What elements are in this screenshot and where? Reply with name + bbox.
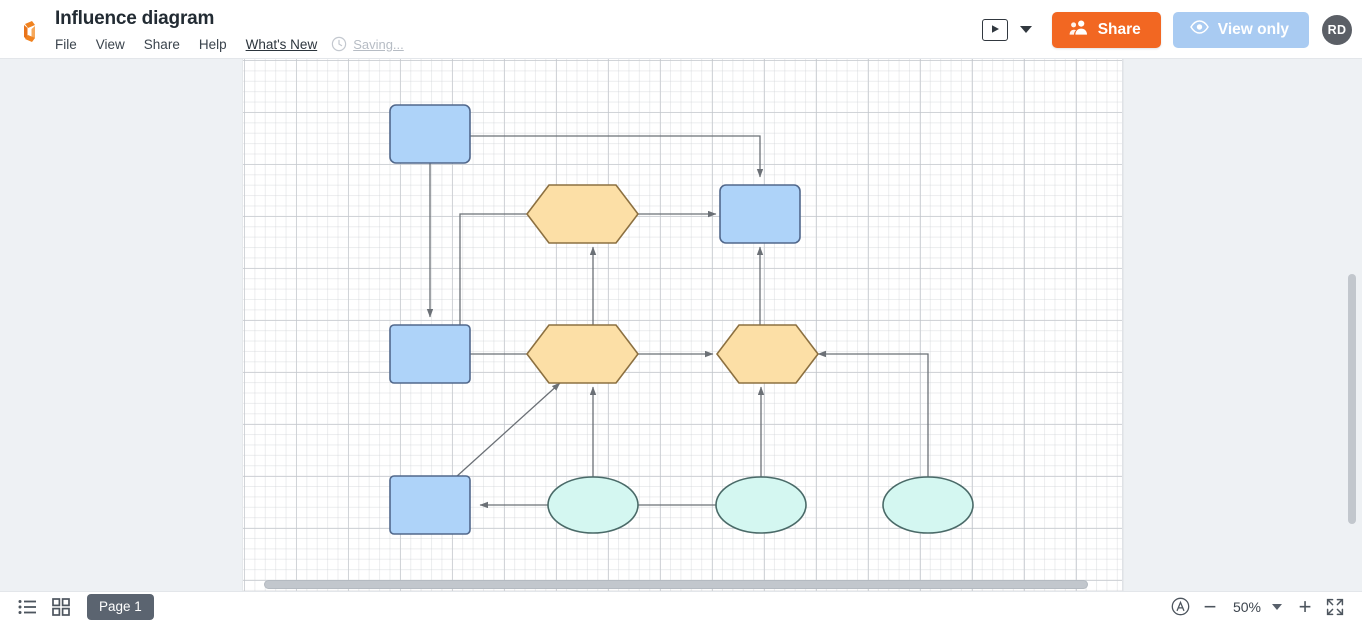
horizontal-scrollbar-thumb[interactable] xyxy=(264,580,1088,589)
view-only-button[interactable]: View only xyxy=(1172,11,1309,48)
share-button-label: Share xyxy=(1097,20,1141,38)
connector-layer xyxy=(426,135,929,509)
clock-icon xyxy=(331,36,347,52)
menu-file[interactable]: File xyxy=(55,37,88,52)
shape-uncertainty-hex3[interactable] xyxy=(715,324,820,384)
shape-chance-ellipse3[interactable] xyxy=(882,476,974,534)
header-actions: Share View only RD xyxy=(981,0,1352,59)
menu-whats-new[interactable]: What's New xyxy=(246,37,318,52)
zoom-out-button[interactable]: − xyxy=(1195,594,1225,620)
shape-decision-rect1[interactable] xyxy=(389,104,471,164)
page-tab-page-1[interactable]: Page 1 xyxy=(87,593,154,620)
present-options-chevron-down-icon[interactable] xyxy=(1019,26,1032,33)
save-status-text: Saving... xyxy=(353,36,404,52)
canvas-work-area[interactable] xyxy=(0,59,1362,591)
shape-decision-rect3[interactable] xyxy=(389,324,471,384)
plus-icon: + xyxy=(1298,593,1312,619)
lucidchart-app-window: Influence diagram File View Share Help W… xyxy=(0,0,1362,621)
lucid-hexagon-logo-icon[interactable] xyxy=(14,17,44,47)
present-button[interactable] xyxy=(981,18,1008,41)
menu-share[interactable]: Share xyxy=(144,37,191,52)
share-button[interactable]: Share xyxy=(1051,11,1161,48)
diagram-page-canvas[interactable] xyxy=(243,59,1123,591)
minus-icon: − xyxy=(1203,593,1217,619)
shape-decision-rect4[interactable] xyxy=(389,475,471,535)
zoom-level-label[interactable]: 50% xyxy=(1225,599,1269,615)
menu-bar: File View Share Help What's New Saving..… xyxy=(55,34,404,54)
accessibility-circle-a-icon[interactable] xyxy=(1165,594,1195,620)
shape-decision-rect2[interactable] xyxy=(719,184,801,244)
avatar[interactable]: RD xyxy=(1322,14,1352,45)
footer-right-group: − 50% + xyxy=(1165,594,1362,620)
people-icon xyxy=(1069,19,1089,41)
footer-left-group: Page 1 xyxy=(0,593,154,620)
fit-to-screen-button[interactable] xyxy=(1320,594,1350,620)
shape-chance-ellipse2[interactable] xyxy=(715,476,807,534)
zoom-in-button[interactable]: + xyxy=(1290,594,1320,620)
grid-panel-icon[interactable] xyxy=(44,594,78,620)
shape-chance-ellipse1[interactable] xyxy=(547,476,639,534)
connector-ell3-hex3 xyxy=(817,350,929,477)
menu-help[interactable]: Help xyxy=(199,37,238,52)
shape-layer xyxy=(389,104,974,535)
app-footer: Page 1 − 50% + xyxy=(0,591,1362,621)
menu-view[interactable]: View xyxy=(96,37,136,52)
zoom-options-chevron-down-icon[interactable] xyxy=(1272,603,1282,610)
document-title[interactable]: Influence diagram xyxy=(55,8,214,30)
vertical-scrollbar-thumb[interactable] xyxy=(1348,274,1356,524)
view-only-button-label: View only xyxy=(1217,20,1289,38)
shape-uncertainty-hex2[interactable] xyxy=(525,324,640,384)
influence-diagram[interactable] xyxy=(243,59,1123,591)
connector-rect1-rect2 xyxy=(470,135,764,178)
save-status: Saving... xyxy=(331,36,404,52)
connector-rect4-hex2 xyxy=(455,382,561,478)
shape-uncertainty-hex1[interactable] xyxy=(525,184,640,244)
app-header: Influence diagram File View Share Help W… xyxy=(0,0,1362,59)
play-triangle-icon xyxy=(990,21,1000,39)
list-panel-icon[interactable] xyxy=(10,594,44,620)
eye-icon xyxy=(1189,20,1209,39)
connector-rect3-hex1 xyxy=(459,210,544,325)
